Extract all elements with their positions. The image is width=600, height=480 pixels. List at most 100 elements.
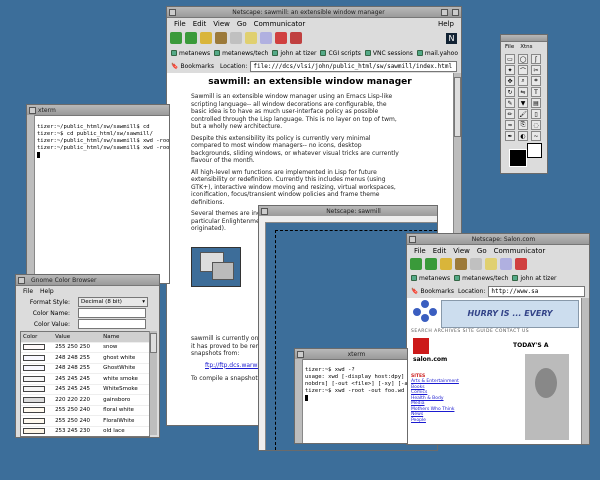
- blend-tool-icon[interactable]: ▤: [531, 98, 541, 108]
- security-icon[interactable]: [275, 32, 287, 44]
- search-icon[interactable]: [230, 32, 242, 44]
- foreground-color-swatch[interactable]: [509, 149, 527, 167]
- terminal-output[interactable]: tizer:~$ xwd -? usage: xwd [-display host…: [305, 360, 407, 443]
- close-icon[interactable]: [18, 276, 25, 284]
- menu-help[interactable]: Help: [40, 288, 54, 295]
- table-row[interactable]: 253 245 230 old lace: [21, 426, 149, 436]
- xterm-scrollbar[interactable]: [295, 359, 303, 443]
- column-header-name[interactable]: Name: [101, 332, 149, 343]
- text-tool-icon[interactable]: T: [531, 87, 541, 97]
- search-icon[interactable]: [470, 258, 482, 270]
- menu-edit[interactable]: Edit: [193, 20, 207, 28]
- forward-icon[interactable]: [185, 32, 197, 44]
- menu-file[interactable]: File: [505, 44, 514, 50]
- bookmark-cgi-scripts[interactable]: CGI scripts: [320, 50, 361, 57]
- menu-help[interactable]: Help: [438, 20, 454, 28]
- reload-icon[interactable]: [200, 32, 212, 44]
- ink-tool-icon[interactable]: ✒: [505, 131, 515, 141]
- print-icon[interactable]: [500, 258, 512, 270]
- eraser-tool-icon[interactable]: ▯: [531, 109, 541, 119]
- bookmark-metanews[interactable]: metanews: [411, 275, 450, 282]
- terminal-output[interactable]: tizer:~/public_html/sw/sawmill$ cd tizer:…: [37, 117, 169, 283]
- back-icon[interactable]: [410, 258, 422, 270]
- paintbrush-tool-icon[interactable]: 🖌: [518, 109, 528, 119]
- menu-go[interactable]: Go: [237, 20, 247, 28]
- clone-tool-icon[interactable]: ⎘: [518, 120, 528, 130]
- security-icon[interactable]: [515, 258, 527, 270]
- bookmark-metanews-tech[interactable]: metanews/tech: [454, 275, 508, 282]
- ellipse-select-tool-icon[interactable]: ◯: [518, 54, 528, 64]
- table-row[interactable]: 253 245 230OldLace: [21, 437, 149, 438]
- guide-icon[interactable]: [485, 258, 497, 270]
- format-style-select[interactable]: Decimal (8 bit) ▾: [78, 297, 148, 307]
- bookmarks-button[interactable]: Bookmarks: [180, 63, 214, 70]
- scrollbar-thumb[interactable]: [150, 333, 157, 353]
- menu-communicator[interactable]: Communicator: [254, 20, 306, 28]
- close-icon[interactable]: [261, 207, 268, 215]
- guide-icon[interactable]: [245, 32, 257, 44]
- close-icon[interactable]: [29, 106, 36, 114]
- location-input[interactable]: http://www.sa: [488, 285, 585, 297]
- toolbox-titlebar[interactable]: [501, 35, 547, 42]
- background-color-swatch[interactable]: [527, 143, 542, 158]
- salon-browser-titlebar[interactable]: Netscape: Salon.com: [407, 234, 589, 245]
- table-row[interactable]: 255 250 240 floral white: [21, 405, 149, 416]
- bookmark-vnc-sessions[interactable]: VNC sessions: [364, 50, 413, 57]
- close-icon[interactable]: [297, 350, 304, 358]
- bookmark-john-at-tizer[interactable]: john at tizer: [272, 50, 316, 57]
- minimize-icon[interactable]: [441, 8, 448, 16]
- table-row[interactable]: 255 250 250 snow: [21, 342, 149, 353]
- stop-icon[interactable]: [290, 32, 302, 44]
- convolve-tool-icon[interactable]: ◌: [531, 120, 541, 130]
- screenshot-thumbnail[interactable]: [191, 247, 241, 287]
- vertical-scrollbar[interactable]: [581, 298, 589, 444]
- table-row[interactable]: 248 248 255 ghost white: [21, 352, 149, 364]
- menu-view[interactable]: View: [453, 247, 470, 255]
- bookmarks-button[interactable]: Bookmarks: [420, 288, 454, 295]
- rect-select-tool-icon[interactable]: ▭: [505, 54, 515, 64]
- table-row[interactable]: 220 220 220 gainsboro: [21, 394, 149, 406]
- forward-icon[interactable]: [425, 258, 437, 270]
- bezier-tool-icon[interactable]: ⌒: [518, 65, 528, 75]
- sawmill-browser-titlebar[interactable]: Netscape: sawmill: an extensible window …: [167, 7, 461, 18]
- flip-tool-icon[interactable]: ⇋: [518, 87, 528, 97]
- column-header-color[interactable]: Color: [21, 332, 54, 343]
- xterm-scrollbar[interactable]: [27, 115, 35, 283]
- close-icon[interactable]: [409, 235, 416, 243]
- table-row[interactable]: 245 245 245 WhiteSmoke: [21, 384, 149, 395]
- bookmark-john-at-tizer[interactable]: john at tizer: [512, 275, 556, 282]
- magic-wand-tool-icon[interactable]: ✦: [505, 65, 515, 75]
- feature-photo[interactable]: [525, 354, 569, 440]
- ad-banner[interactable]: HURRY IS ... EVERY: [441, 300, 579, 328]
- home-icon[interactable]: [215, 32, 227, 44]
- dodge-tool-icon[interactable]: ◐: [518, 131, 528, 141]
- color-name-input[interactable]: [78, 308, 146, 318]
- bookmark-metanews[interactable]: metanews: [171, 50, 210, 57]
- lasso-tool-icon[interactable]: ʃ: [531, 54, 541, 64]
- xterm-titlebar[interactable]: xterm: [27, 105, 169, 116]
- bucket-fill-tool-icon[interactable]: ▼: [518, 98, 528, 108]
- print-icon[interactable]: [260, 32, 272, 44]
- menu-xtns[interactable]: Xtns: [520, 44, 532, 50]
- menu-view[interactable]: View: [213, 20, 230, 28]
- crop-tool-icon[interactable]: ⌗: [531, 76, 541, 86]
- transform-tool-icon[interactable]: ↻: [505, 87, 515, 97]
- menu-file[interactable]: File: [174, 20, 186, 28]
- pencil-tool-icon[interactable]: ✏: [505, 109, 515, 119]
- move-tool-icon[interactable]: ✥: [505, 76, 515, 86]
- column-header-value[interactable]: Value: [53, 332, 102, 343]
- menu-communicator[interactable]: Communicator: [494, 247, 546, 255]
- menu-file[interactable]: File: [414, 247, 426, 255]
- table-row[interactable]: 255 250 240 FloralWhite: [21, 415, 149, 427]
- color-list-scrollbar[interactable]: [149, 331, 157, 435]
- xterm-titlebar[interactable]: xterm: [295, 349, 407, 360]
- color-browser-titlebar[interactable]: Gnome Color Browser: [16, 275, 159, 286]
- home-icon[interactable]: [455, 258, 467, 270]
- table-row[interactable]: 245 245 245 white smoke: [21, 373, 149, 385]
- bookmark-mail-yahoo[interactable]: mail.yahoo: [416, 50, 458, 57]
- maximize-icon[interactable]: [452, 8, 459, 16]
- color-value-input[interactable]: [78, 319, 146, 329]
- scrollbar-thumb[interactable]: [454, 77, 461, 137]
- close-icon[interactable]: [169, 8, 176, 16]
- magnify-tool-icon[interactable]: ⌕: [518, 76, 528, 86]
